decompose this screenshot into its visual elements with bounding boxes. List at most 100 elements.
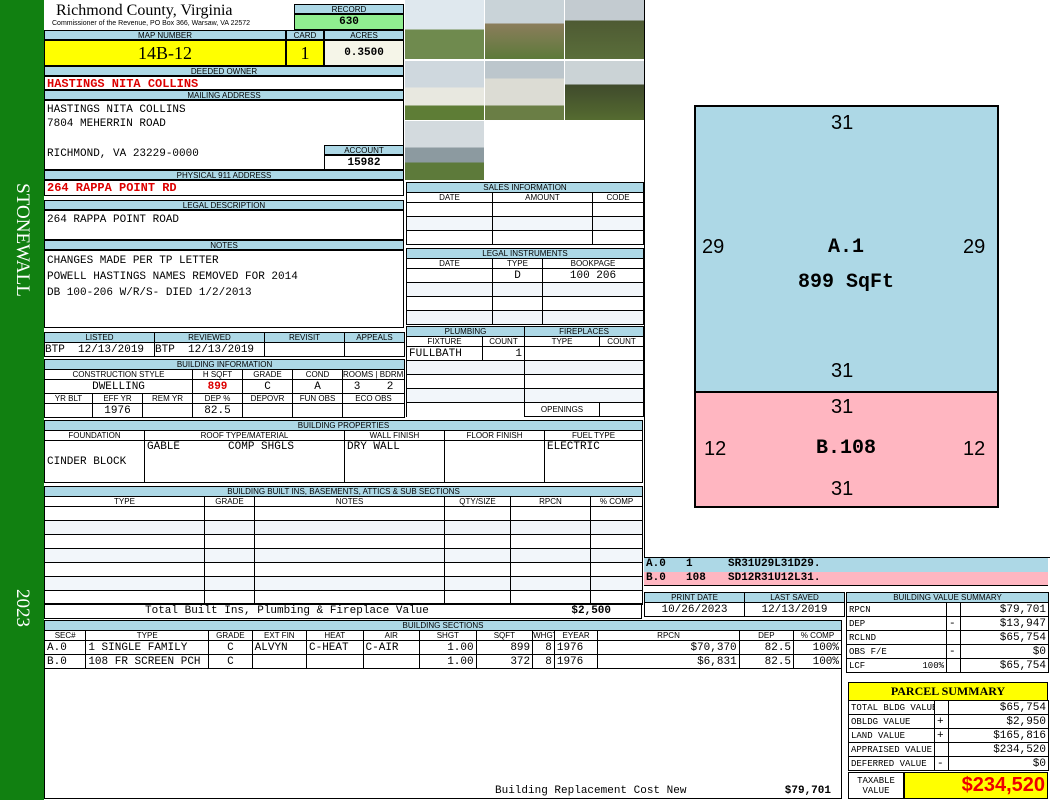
section-cell: C xyxy=(208,640,253,655)
property-photo[interactable] xyxy=(565,61,644,120)
building-properties-label: BUILDING PROPERTIES xyxy=(43,420,644,431)
legend-code: 1 xyxy=(686,558,693,570)
col-header: H SQFT xyxy=(192,369,243,380)
rooms: 3 xyxy=(353,380,361,393)
col-header: FIXTURE xyxy=(406,336,483,347)
building-value-summary: BUILDING VALUE SUMMARY RPCN $79,701 DEP - $1… xyxy=(846,592,1049,673)
value-amount: $13,947 xyxy=(960,616,1049,631)
sales-label: SALES INFORMATION xyxy=(406,182,644,193)
parcel-sign xyxy=(934,742,949,757)
cell xyxy=(589,534,644,549)
parcel-amount: $2,950 xyxy=(948,714,1049,729)
cell xyxy=(510,534,591,549)
building-info-label: BUILDING INFORMATION xyxy=(43,359,406,370)
dimension-label: 31 xyxy=(831,112,854,134)
yr-built xyxy=(44,403,93,418)
parcel-row: APPRAISED VALUE $234,520 xyxy=(848,742,1049,757)
parcel-row: TOTAL BLDG VALUE $65,754 xyxy=(848,700,1049,715)
cell xyxy=(44,520,205,535)
building-sections-label: BUILDING SECTIONS xyxy=(44,620,842,631)
col-header: FUN OBS xyxy=(292,393,343,404)
value-label: RPCN xyxy=(846,602,907,617)
reviewed-value: BTP 12/13/2019 xyxy=(154,342,265,357)
sketch-area[interactable]: 31 31 29 29 A.1 899 SqFt 31 31 12 12 B.1… xyxy=(644,0,1050,558)
parcel-amount: $165,816 xyxy=(948,728,1049,743)
rooms-label: ROOMS xyxy=(343,370,374,379)
notes: CHANGES MADE PER TP LETTER POWELL HASTIN… xyxy=(44,250,404,328)
value-pct xyxy=(906,602,947,617)
property-photo[interactable] xyxy=(405,0,484,59)
built-ins-total-row: Total Built Ins, Plumbing & Fireplace Va… xyxy=(44,603,642,619)
col-header: YR BLT xyxy=(44,393,93,404)
parcel-row: DEFERRED VALUE - $0 xyxy=(848,756,1049,771)
property-photo[interactable] xyxy=(485,0,564,59)
property-photo[interactable] xyxy=(565,0,644,59)
col-header: HEAT xyxy=(306,630,364,641)
building-information: BUILDING INFORMATION CONSTRUCTION STYLE H… xyxy=(43,359,406,418)
dimension-label: 12 xyxy=(704,438,727,460)
office-address: Commissioner of the Revenue, PO Box 366,… xyxy=(52,20,251,27)
fun-obs xyxy=(292,403,343,418)
property-photo[interactable] xyxy=(485,61,564,120)
record-label: RECORD xyxy=(294,4,404,14)
col-header: DATE xyxy=(406,258,493,269)
legend-code: 108 xyxy=(686,572,706,584)
col-header: FOUNDATION xyxy=(44,430,145,441)
cell xyxy=(444,534,511,549)
property-photo[interactable] xyxy=(405,121,484,180)
value-row: OBS F/E - $0 xyxy=(846,644,1049,659)
cell xyxy=(444,548,511,563)
parcel-amount: $0 xyxy=(948,756,1049,771)
cell xyxy=(254,576,445,591)
floor-finish xyxy=(444,440,545,483)
col-header: EYEAR xyxy=(553,630,599,641)
dimension-label: 31 xyxy=(831,360,854,382)
cell xyxy=(444,576,511,591)
built-in-row xyxy=(44,548,644,563)
col-header: COUNT xyxy=(481,336,526,347)
dep-pct: 82.5 xyxy=(192,403,243,418)
cell xyxy=(444,520,511,535)
bedrooms: 2 xyxy=(386,380,394,393)
value-sign: - xyxy=(946,616,961,631)
property-photo[interactable] xyxy=(405,61,484,120)
col-header: SHGT xyxy=(419,630,477,641)
print-date-label: PRINT DATE xyxy=(644,592,745,603)
value-label: OBS F/E xyxy=(846,644,907,659)
plumbing-label: PLUMBING xyxy=(405,326,526,337)
notes-label: NOTES xyxy=(44,240,404,250)
foundation: CINDER BLOCK xyxy=(44,440,145,483)
legend-path: SR31U29L31D29. xyxy=(728,558,821,570)
parcel-label: DEFERRED VALUE xyxy=(848,756,935,771)
cell xyxy=(44,548,205,563)
note-line: DB 100-206 W/R/S- DIED 1/2/2013 xyxy=(47,287,252,299)
col-header: AMOUNT xyxy=(492,192,593,203)
parcel-row: LAND VALUE + $165,816 xyxy=(848,728,1049,743)
cell xyxy=(444,562,511,577)
bdrms-label: BDRMS xyxy=(379,370,404,379)
condition: A xyxy=(292,379,343,394)
section-cell: 1.00 xyxy=(419,640,477,655)
mailing-line-1: HASTINGS NITA COLLINS xyxy=(47,104,186,116)
dimension-label: 29 xyxy=(963,236,986,258)
section-cell: ALVYN xyxy=(251,640,308,655)
value-pct xyxy=(906,616,947,631)
section-cell: A.0 xyxy=(43,640,87,655)
building-sections-table: BUILDING SECTIONS SEC# TYPE GRADE EXT FIN HE… xyxy=(43,620,842,669)
value-row: RPCN $79,701 xyxy=(846,602,1049,617)
cell xyxy=(510,548,591,563)
last-saved: 12/13/2019 xyxy=(744,602,845,617)
district-sidebar: STONEWALL 2023 xyxy=(0,0,44,800)
value-row: RCLND $65,754 xyxy=(846,630,1049,645)
section-cell: 8 xyxy=(532,654,555,669)
col-header: QTY/SIZE xyxy=(444,496,511,507)
section-cell: 100% xyxy=(793,654,842,669)
cell xyxy=(589,506,644,521)
cell xyxy=(204,562,255,577)
cell xyxy=(589,562,644,577)
section-cell: C-HEAT xyxy=(306,640,364,655)
mailing-address-label: MAILING ADDRESS xyxy=(44,90,404,100)
col-header: DATE xyxy=(406,192,493,203)
col-header: EFF YR xyxy=(92,393,143,404)
col-header: FUEL TYPE xyxy=(543,430,644,441)
